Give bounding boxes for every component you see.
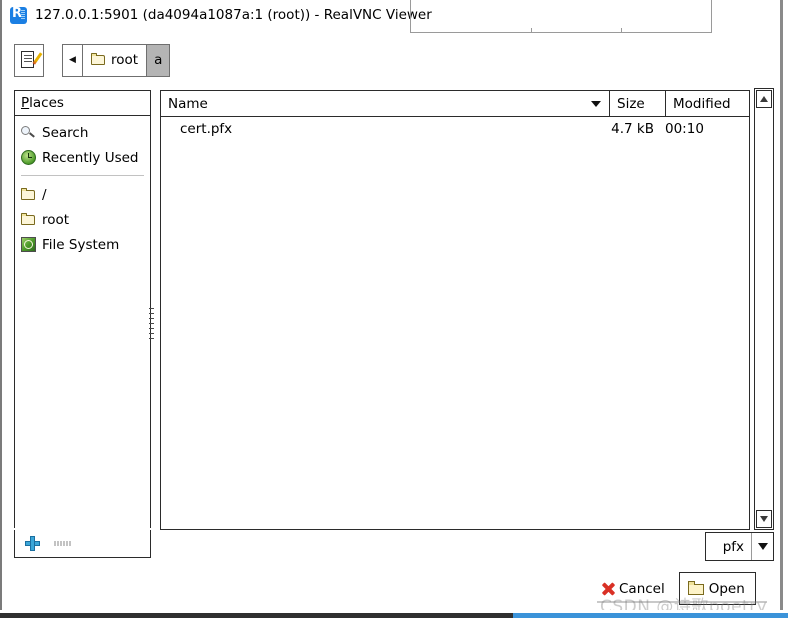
sidebar-item-label: Search bbox=[42, 124, 89, 141]
column-header-size[interactable]: Size bbox=[609, 91, 665, 116]
file-list-header-row: Name Size Modified bbox=[160, 90, 750, 117]
places-list: Search Recently Used / root File System bbox=[14, 116, 151, 528]
folder-icon bbox=[21, 187, 36, 201]
sidebar-divider bbox=[21, 175, 144, 176]
file-type-filter-dropdown[interactable]: pfx bbox=[705, 532, 774, 561]
bottom-strip-dark bbox=[0, 613, 513, 618]
sidebar-item-file-system[interactable]: File System bbox=[15, 232, 150, 257]
dialog-actions: Cancel Open bbox=[598, 572, 756, 605]
places-header-rest: laces bbox=[29, 95, 64, 111]
edit-document-icon bbox=[20, 50, 42, 70]
back-arrow-icon: ◀ bbox=[69, 55, 76, 65]
edit-document-button[interactable] bbox=[14, 43, 44, 77]
realvnc-logo-icon bbox=[10, 6, 27, 24]
table-row[interactable]: cert.pfx 4.7 kB 00:10 bbox=[161, 117, 749, 141]
file-name: cert.pfx bbox=[180, 121, 233, 137]
sidebar-item-label: Recently Used bbox=[42, 149, 139, 166]
column-header-modified[interactable]: Modified bbox=[665, 91, 749, 116]
places-header: Places bbox=[14, 90, 151, 116]
filter-dropdown-arrow[interactable] bbox=[751, 533, 773, 560]
breadcrumb-back-button[interactable]: ◀ bbox=[62, 43, 82, 77]
file-size: 4.7 kB bbox=[611, 121, 654, 137]
search-icon bbox=[21, 125, 36, 140]
places-header-mnemonic: P bbox=[21, 95, 30, 111]
places-panel: Places Search Recently Used / root File … bbox=[14, 90, 151, 558]
window-border-left bbox=[0, 0, 2, 610]
column-header-label: Size bbox=[617, 95, 645, 112]
column-header-label: Name bbox=[168, 95, 208, 112]
scroll-down-button[interactable] bbox=[756, 510, 772, 528]
dialog-toolbar: ◀ root a bbox=[14, 42, 171, 78]
sort-descending-arrow-icon bbox=[591, 101, 601, 107]
widget-tick bbox=[531, 28, 532, 32]
open-folder-icon bbox=[687, 580, 705, 596]
chevron-down-icon bbox=[757, 543, 768, 550]
file-modified: 00:10 bbox=[665, 121, 704, 137]
bottom-status-strip bbox=[0, 610, 788, 622]
sidebar-item-label: root bbox=[42, 211, 70, 228]
scroll-up-arrow-icon bbox=[760, 96, 768, 102]
open-button-label: Open bbox=[708, 580, 745, 597]
scroll-down-arrow-icon bbox=[760, 516, 768, 522]
file-list: Name Size Modified cert.pfx 4.7 kB 00:10 bbox=[160, 90, 750, 530]
breadcrumb-item-root[interactable]: root bbox=[82, 43, 147, 77]
cancel-button[interactable]: Cancel bbox=[598, 574, 671, 604]
bottom-strip-highlight[interactable] bbox=[513, 613, 788, 618]
breadcrumb-label: a bbox=[154, 52, 163, 68]
sidebar-item-label: / bbox=[42, 186, 47, 203]
drive-icon bbox=[21, 237, 36, 252]
breadcrumb: ◀ root a bbox=[62, 43, 171, 77]
breadcrumb-label: root bbox=[111, 52, 139, 68]
sidebar-item-recently-used[interactable]: Recently Used bbox=[15, 145, 150, 170]
window-title: 127.0.0.1:5901 (da4094a1087a:1 (root)) -… bbox=[35, 7, 432, 23]
window-border-right-outer bbox=[783, 0, 788, 610]
sidebar-item-root[interactable]: root bbox=[15, 207, 150, 232]
minus-icon[interactable] bbox=[54, 541, 71, 546]
breadcrumb-item-a[interactable]: a bbox=[146, 43, 171, 77]
vertical-scrollbar[interactable] bbox=[754, 88, 774, 530]
places-footer bbox=[14, 530, 151, 558]
cancel-button-label: Cancel bbox=[619, 580, 665, 597]
column-header-name[interactable]: Name bbox=[161, 91, 609, 116]
close-x-icon bbox=[600, 580, 617, 597]
widget-tick bbox=[621, 28, 622, 32]
vnc-viewer-window: 127.0.0.1:5901 (da4094a1087a:1 (root)) -… bbox=[0, 0, 788, 622]
cropped-widget-edge bbox=[410, 0, 712, 33]
file-list-body: cert.pfx 4.7 kB 00:10 bbox=[160, 117, 750, 530]
column-header-label: Modified bbox=[673, 95, 731, 112]
folder-icon bbox=[91, 53, 106, 66]
sidebar-item-search[interactable]: Search bbox=[15, 120, 150, 145]
sidebar-item-label: File System bbox=[42, 236, 120, 253]
splitter-grip-icon bbox=[149, 308, 154, 342]
panel-splitter[interactable] bbox=[148, 90, 157, 530]
sidebar-item-root-dir[interactable]: / bbox=[15, 182, 150, 207]
file-type-filter-value: pfx bbox=[722, 538, 744, 555]
scroll-up-button[interactable] bbox=[756, 90, 772, 108]
folder-icon bbox=[21, 212, 36, 226]
recent-clock-icon bbox=[21, 150, 36, 165]
open-button[interactable]: Open bbox=[678, 572, 756, 605]
places-header-label: Places bbox=[21, 95, 64, 111]
plus-icon[interactable] bbox=[25, 536, 40, 551]
